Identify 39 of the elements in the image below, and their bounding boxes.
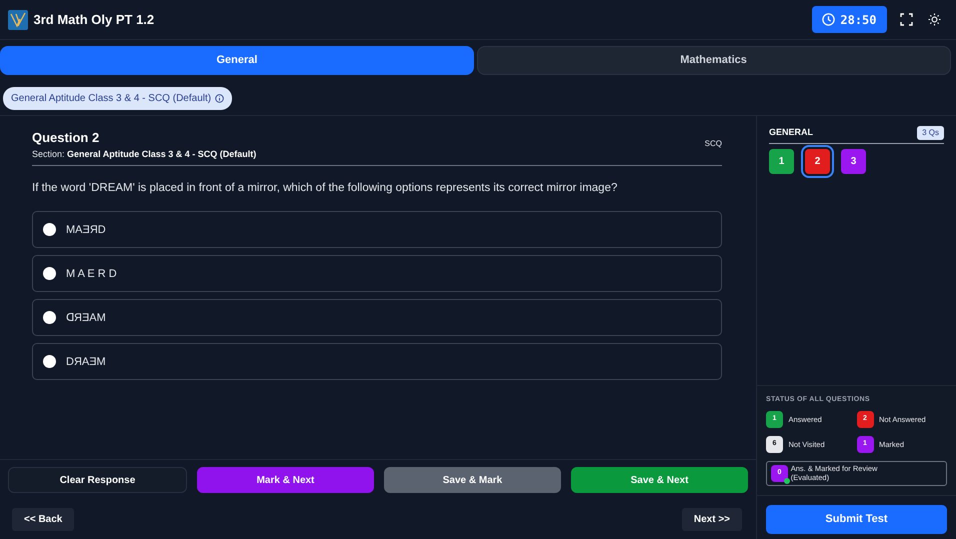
question-title: Question 2: [32, 129, 100, 147]
question-text: If the word 'DREAM' is placed in front of a mirror, which of the following options represents its correct mirror image?: [32, 181, 618, 196]
option-text: ᗡЯƎAM: [66, 310, 106, 326]
answer-option[interactable]: DЯAƎM: [32, 343, 722, 380]
submit-button[interactable]: Submit Test: [766, 505, 947, 534]
palette-title: GENERAL: [769, 126, 814, 140]
question-number-button[interactable]: 3: [841, 149, 866, 174]
option-text: MAƎЯD: [66, 222, 106, 238]
option-text: DЯAƎM: [66, 354, 106, 370]
answer-option[interactable]: ᗡЯƎAM: [32, 299, 722, 336]
save-mark-button[interactable]: Save & Mark: [384, 467, 561, 493]
save-next-button[interactable]: Save & Next: [571, 467, 748, 493]
logo-icon: [8, 10, 28, 30]
radio-button[interactable]: [43, 267, 56, 280]
question-count: 3 Qs: [917, 126, 944, 140]
question-type: SCQ: [704, 138, 722, 150]
mark-next-button[interactable]: Mark & Next: [197, 467, 374, 493]
section-name: General Aptitude Class 3 & 4 - SCQ (Default): [67, 148, 256, 158]
fullscreen-icon[interactable]: [898, 11, 914, 28]
radio-button[interactable]: [43, 223, 56, 236]
back-button[interactable]: << Back: [12, 508, 74, 531]
clock-icon: [822, 13, 835, 26]
radio-button[interactable]: [43, 311, 56, 324]
info-icon: [215, 94, 224, 103]
section-label: Section:: [32, 148, 65, 158]
tab[interactable]: General: [0, 46, 474, 75]
option-text: M A E R D: [66, 266, 117, 282]
radio-button[interactable]: [43, 355, 56, 368]
next-button[interactable]: Next >>: [682, 508, 742, 531]
section-chip[interactable]: General Aptitude Class 3 & 4 - SCQ (Default): [3, 87, 232, 110]
dot-icon: [784, 478, 790, 484]
timer[interactable]: 28:50: [812, 6, 886, 33]
answer-option[interactable]: MAƎЯD: [32, 211, 722, 248]
sun-icon[interactable]: [926, 11, 942, 28]
app-title: 3rd Math Oly PT 1.2: [34, 10, 154, 29]
tab[interactable]: Mathematics: [476, 46, 950, 75]
question-number-button[interactable]: 2: [805, 149, 830, 174]
clear-response-button[interactable]: Clear Response: [8, 467, 187, 493]
answer-option[interactable]: M A E R D: [32, 255, 722, 292]
